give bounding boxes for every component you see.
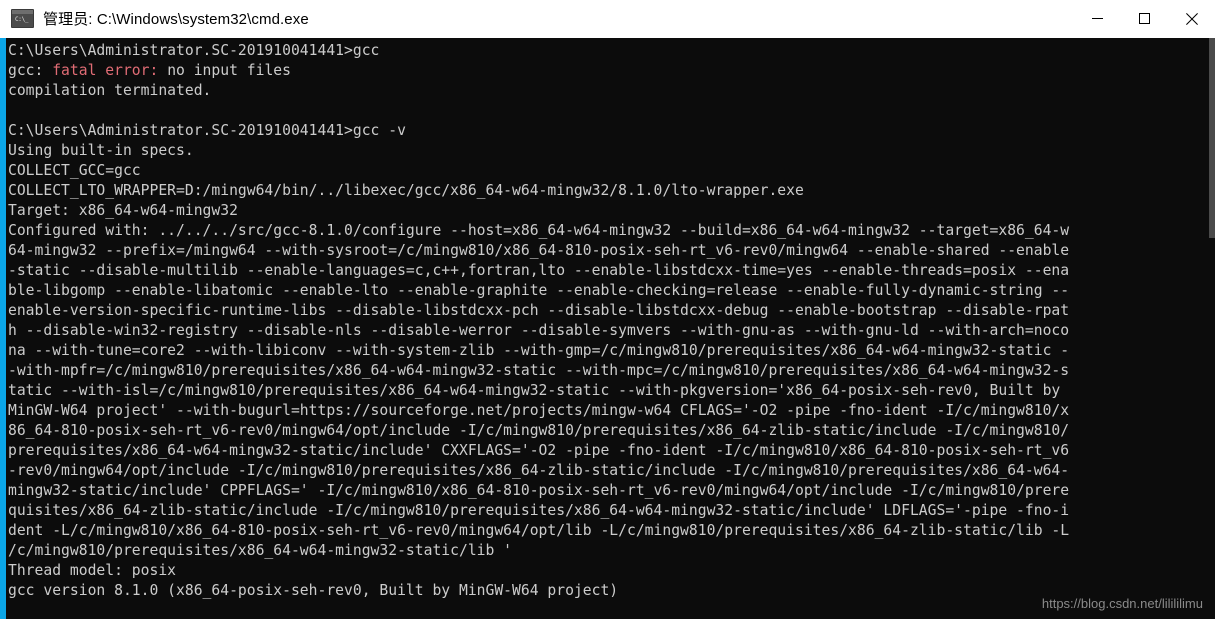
terminal-line: Configured with: ../../../src/gcc-8.1.0/… [8, 222, 1070, 239]
cmd-icon-prompt-glyph: C:\_ [15, 16, 29, 23]
terminal-line: h --disable-win32-registry --disable-nls… [8, 322, 1070, 339]
window-left-accent-bar [0, 38, 6, 619]
terminal-error-text: fatal error: [52, 62, 168, 79]
window-controls [1074, 0, 1215, 37]
cmd-icon: C:\_ [11, 9, 34, 28]
terminal-line: 86_64-810-posix-seh-rt_v6-rev0/mingw64/o… [8, 422, 1070, 439]
terminal-text: C:\Users\Administrator.SC-201910041441>g… [8, 38, 1215, 619]
maximize-icon [1139, 13, 1150, 24]
terminal-line: Using built-in specs. [8, 142, 194, 159]
terminal-line: -static --disable-multilib --enable-lang… [8, 262, 1070, 279]
console-scrollbar-thumb[interactable] [1209, 38, 1215, 238]
terminal-line: gcc: fatal error: no input files [8, 61, 1215, 81]
terminal-text-segment: gcc: [8, 62, 53, 79]
console-scrollbar[interactable] [1209, 38, 1215, 619]
title-bar[interactable]: C:\_ 管理员: C:\Windows\system32\cmd.exe [0, 0, 1215, 38]
terminal-line: MinGW-W64 project' --with-bugurl=https:/… [8, 402, 1070, 419]
cmd-window: C:\_ 管理员: C:\Windows\system32\cmd.exe C:… [0, 0, 1215, 619]
terminal-line: C:\Users\Administrator.SC-201910041441>g… [8, 42, 380, 59]
terminal-line: C:\Users\Administrator.SC-201910041441>g… [8, 122, 406, 139]
terminal-line: compilation terminated. [8, 82, 212, 99]
watermark-url: https://blog.csdn.net/lilililimu [1041, 596, 1203, 611]
terminal-line: COLLECT_LTO_WRAPPER=D:/mingw64/bin/../li… [8, 182, 804, 199]
close-button[interactable] [1168, 0, 1215, 37]
minimize-icon [1092, 18, 1103, 19]
title-bar-left: C:\_ 管理员: C:\Windows\system32\cmd.exe [0, 8, 1074, 29]
terminal-line: gcc version 8.1.0 (x86_64-posix-seh-rev0… [8, 582, 619, 599]
terminal-line: -rev0/mingw64/opt/include -I/c/mingw810/… [8, 462, 1070, 479]
window-title: 管理员: C:\Windows\system32\cmd.exe [43, 11, 309, 28]
terminal-text-segment: no input files [167, 62, 291, 79]
terminal-line: -with-mpfr=/c/mingw810/prerequisites/x86… [8, 362, 1070, 379]
minimize-button[interactable] [1074, 0, 1121, 37]
terminal-line: dent -L/c/mingw810/x86_64-810-posix-seh-… [8, 522, 1070, 539]
terminal-line: prerequisites/x86_64-w64-mingw32-static/… [8, 442, 1070, 459]
terminal-line: quisites/x86_64-zlib-static/include -I/c… [8, 502, 1070, 519]
terminal-line: enable-version-specific-runtime-libs --d… [8, 302, 1070, 319]
terminal-line: tatic --with-isl=/c/mingw810/prerequisit… [8, 382, 1061, 399]
terminal-line: na --with-tune=core2 --with-libiconv --w… [8, 342, 1070, 359]
cmd-icon-titlestrip [12, 10, 33, 14]
terminal-line: ble-libgomp --enable-libatomic --enable-… [8, 282, 1070, 299]
console-output-area[interactable]: C:\Users\Administrator.SC-201910041441>g… [0, 38, 1215, 619]
terminal-line: Thread model: posix [8, 562, 177, 579]
terminal-line: COLLECT_GCC=gcc [8, 162, 141, 179]
close-icon [1185, 12, 1198, 25]
terminal-line: /c/mingw810/prerequisites/x86_64-w64-min… [8, 542, 513, 559]
terminal-line: Target: x86_64-w64-mingw32 [8, 202, 238, 219]
terminal-line: mingw32-static/include' CPPFLAGS=' -I/c/… [8, 482, 1070, 499]
terminal-line: 64-mingw32 --prefix=/mingw64 --with-sysr… [8, 242, 1070, 259]
maximize-button[interactable] [1121, 0, 1168, 37]
